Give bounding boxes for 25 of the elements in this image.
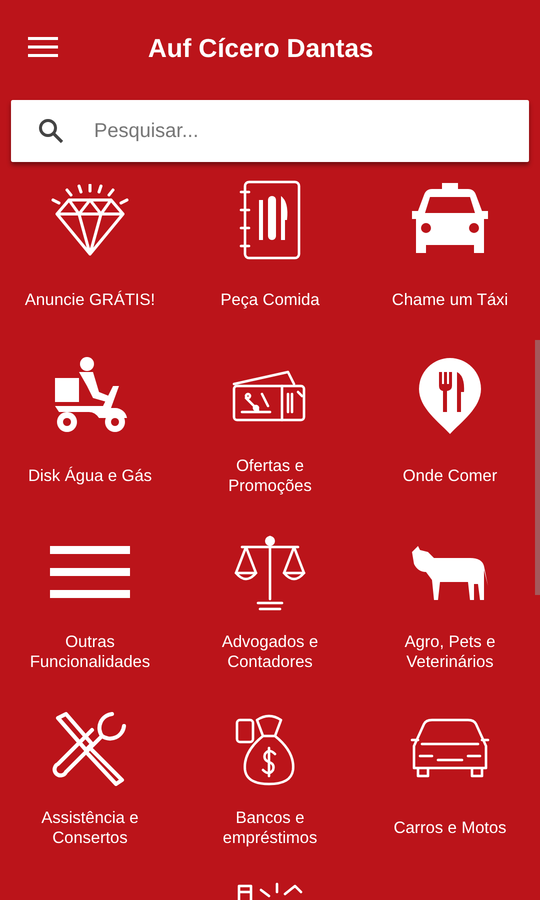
category-label[interactable]: Outras Funcionalidades — [20, 630, 160, 674]
category-label[interactable]: Peça Comida — [220, 278, 320, 322]
scales-icon — [234, 533, 306, 611]
restaurant-pin-icon — [417, 356, 483, 436]
category-label[interactable]: Ofertas e Promoções — [200, 454, 340, 498]
car-icon — [410, 716, 490, 780]
menu-book-icon — [237, 180, 303, 260]
category-label[interactable]: Carros e Motos — [394, 806, 506, 850]
category-label[interactable]: Anuncie GRÁTIS! — [24, 278, 156, 322]
tools-icon — [52, 710, 128, 786]
category-label[interactable]: Advogados e Contadores — [200, 630, 340, 674]
category-label[interactable]: Bancos e empréstimos — [200, 806, 340, 850]
menu-button[interactable] — [28, 36, 58, 60]
search-bar[interactable]: Pesquisar... — [11, 100, 529, 162]
category-label[interactable]: Disk Água e Gás — [28, 454, 152, 498]
category-label[interactable]: Chame um Táxi — [392, 278, 508, 322]
category-label[interactable]: Onde Comer — [402, 454, 498, 498]
category-label[interactable]: Assistência e Consertos — [20, 806, 160, 850]
list-lines-icon — [50, 544, 130, 600]
menu-icon — [28, 36, 58, 58]
category-label[interactable]: Agro, Pets e Veterinários — [380, 630, 520, 674]
search-icon — [38, 118, 64, 144]
search-field[interactable]: Pesquisar... — [92, 118, 529, 144]
diamond-icon — [49, 184, 131, 256]
app-title: Auf Cícero Dantas — [148, 32, 374, 64]
